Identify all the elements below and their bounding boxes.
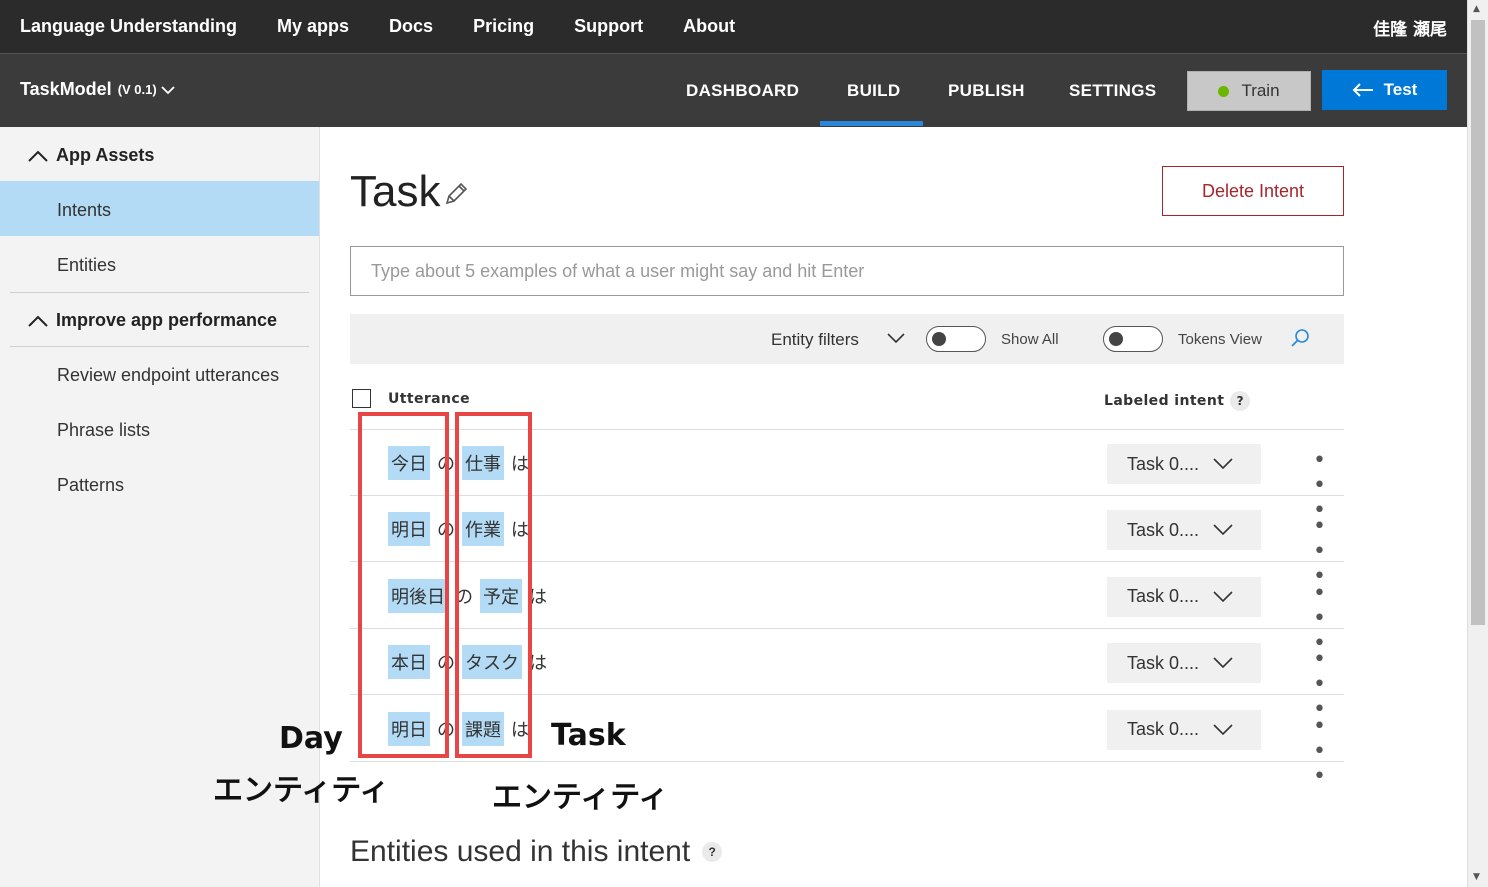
intent-dropdown[interactable]: Task 0.... (1107, 576, 1261, 617)
more-options-icon[interactable]: • • • (1313, 714, 1344, 789)
chevron-down-icon (1213, 524, 1233, 536)
annotation-day: Day (279, 721, 343, 756)
intent-value: Task 0.... (1127, 652, 1200, 673)
search-icon[interactable] (1290, 328, 1310, 348)
sidebar-item-patterns[interactable]: Patterns (57, 475, 124, 496)
sidebar-active-highlight (0, 181, 319, 236)
delete-intent-button[interactable]: Delete Intent (1162, 166, 1344, 216)
chevron-down-icon (161, 85, 175, 94)
chevron-down-icon[interactable] (887, 332, 905, 344)
intent-dropdown[interactable]: Task 0.... (1107, 643, 1261, 684)
intent-value: Task 0.... (1127, 519, 1200, 540)
sidebar-item-entities[interactable]: Entities (57, 255, 116, 276)
section-label: Improve app performance (56, 310, 278, 330)
chevron-up-icon (28, 315, 48, 327)
train-label: Train (1241, 81, 1280, 100)
scroll-thumb[interactable] (1471, 20, 1485, 625)
column-utterance: Utterance (388, 391, 470, 407)
entities-section-title: Entities used in this intent ? (350, 835, 723, 869)
chevron-down-icon (1213, 657, 1233, 669)
app-selector[interactable]: TaskModel (V 0.1) (20, 79, 175, 100)
task-entity-callout (455, 412, 532, 758)
divider (10, 292, 309, 293)
app-header: TaskModel (V 0.1) DASHBOARD BUILD PUBLIS… (0, 53, 1467, 127)
intent-value: Task 0.... (1127, 586, 1200, 607)
show-all-label: Show All (1001, 331, 1059, 348)
filter-bar: Entity filters Show All Tokens View (350, 314, 1344, 364)
annotation-day-entity: エンティティ (213, 773, 390, 808)
help-icon[interactable]: ? (702, 842, 723, 862)
entity-filters-dropdown[interactable]: Entity filters (771, 330, 859, 350)
intent-dropdown[interactable]: Task 0.... (1107, 444, 1261, 484)
scroll-up-icon[interactable]: ▲ (1473, 4, 1480, 14)
delete-label: Delete Intent (1201, 180, 1305, 201)
entities-title-text: Entities used in this intent (350, 835, 691, 868)
nav-support[interactable]: Support (574, 16, 643, 37)
intent-value: Task 0.... (1127, 453, 1200, 474)
status-dot-icon (1218, 85, 1230, 97)
sidebar-item-review-endpoint[interactable]: Review endpoint utterances (57, 365, 279, 386)
tab-settings[interactable]: SETTINGS (1069, 81, 1156, 101)
tab-build[interactable]: BUILD (847, 81, 900, 101)
test-label: Test (1383, 80, 1418, 99)
active-tab-indicator (820, 121, 923, 126)
nav-about[interactable]: About (683, 16, 735, 37)
tokens-view-label: Tokens View (1178, 331, 1262, 348)
arrow-left-icon (1352, 83, 1373, 97)
show-all-toggle[interactable] (926, 326, 986, 352)
tab-dashboard[interactable]: DASHBOARD (686, 81, 799, 101)
chevron-down-icon (1213, 458, 1233, 470)
intent-value: Task 0.... (1127, 719, 1200, 740)
page-title: Task (350, 167, 441, 216)
top-nav: Language Understanding My apps Docs Pric… (0, 0, 1467, 53)
test-button[interactable]: Test (1322, 70, 1447, 110)
toggle-knob (932, 332, 946, 346)
user-name[interactable]: 佳隆 瀬尾 (1373, 15, 1447, 40)
train-button[interactable]: Train (1187, 71, 1311, 111)
chevron-down-icon (1213, 724, 1233, 735)
utterance-placeholder: Type about 5 examples of what a user mig… (371, 260, 865, 281)
app-version: (V 0.1) (117, 82, 157, 97)
sidebar-section-app-assets[interactable]: App Assets (28, 145, 154, 166)
annotation-task-entity: エンティティ (492, 780, 669, 815)
utterance-input[interactable]: Type about 5 examples of what a user mig… (350, 246, 1344, 296)
tokens-view-toggle[interactable] (1103, 326, 1163, 352)
app-name: TaskModel (20, 79, 112, 99)
nav-my-apps[interactable]: My apps (277, 16, 349, 37)
column-label: Labeled intent (1104, 393, 1225, 409)
sidebar-item-intents[interactable]: Intents (57, 200, 111, 221)
nav-language-understanding[interactable]: Language Understanding (20, 16, 237, 37)
chevron-up-icon (28, 150, 48, 162)
divider (10, 346, 309, 347)
section-label: App Assets (56, 145, 155, 165)
sidebar-section-improve[interactable]: Improve app performance (28, 310, 277, 331)
column-labeled-intent: Labeled intent? (1104, 391, 1251, 411)
chevron-down-icon (1213, 591, 1233, 602)
nav-pricing[interactable]: Pricing (473, 16, 534, 37)
intent-dropdown[interactable]: Task 0.... (1107, 709, 1261, 750)
pencil-icon[interactable] (443, 181, 469, 207)
sidebar-item-phrase-lists[interactable]: Phrase lists (57, 420, 150, 441)
help-icon[interactable]: ? (1230, 391, 1251, 411)
scroll-down-icon[interactable]: ▼ (1473, 872, 1480, 882)
tab-publish[interactable]: PUBLISH (948, 81, 1025, 101)
day-entity-callout (358, 412, 449, 758)
annotation-task: Task (551, 718, 626, 753)
toggle-knob (1109, 332, 1123, 346)
nav-docs[interactable]: Docs (389, 16, 433, 37)
scrollbar[interactable]: ▲ ▼ (1467, 0, 1488, 887)
select-all-checkbox[interactable] (352, 389, 371, 408)
intent-dropdown[interactable]: Task 0.... (1107, 510, 1261, 551)
